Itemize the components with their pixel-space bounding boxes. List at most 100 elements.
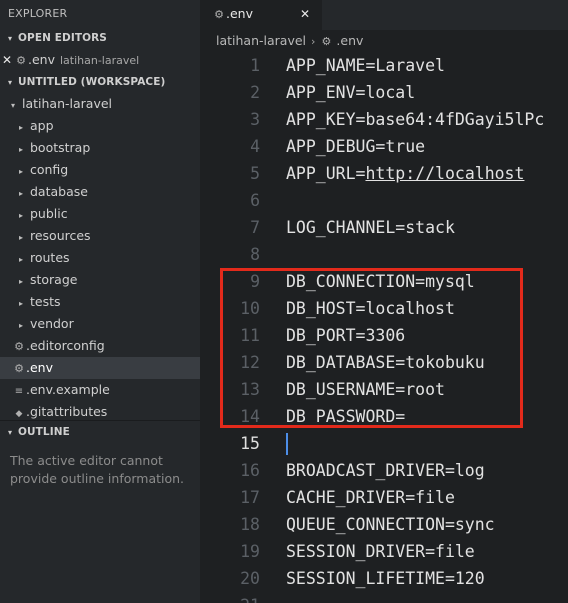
chevron-down-icon: ▾ [8, 78, 13, 87]
code-line[interactable]: 3 APP_KEY=base64:4fDGayi5lPc [200, 106, 568, 133]
code-content: SESSION_DRIVER=file [286, 542, 475, 561]
chevron-right-icon: ▸ [18, 189, 23, 198]
tab-label: .env [226, 6, 253, 21]
code-line[interactable]: 21 [200, 592, 568, 603]
folder-root-label: latihan-laravel [21, 96, 112, 111]
file-item[interactable]: ⚙ .editorconfig [0, 335, 200, 357]
tab-env[interactable]: ⚙ .env ✕ [200, 0, 322, 30]
code-content: SESSION_LIFETIME=120 [286, 569, 485, 588]
close-icon[interactable]: ✕ [0, 49, 14, 71]
chevron-right-icon: ▸ [18, 167, 23, 176]
code-content: APP_NAME=Laravel [286, 56, 445, 75]
file-item[interactable]: ≡ .env.example [0, 379, 200, 401]
breadcrumb-folder[interactable]: latihan-laravel [216, 33, 306, 48]
file-label: .env [26, 360, 53, 375]
line-number: 18 [240, 515, 260, 534]
chevron-right-icon: ▸ [18, 123, 23, 132]
folder-item[interactable]: ▸ bootstrap [0, 137, 200, 159]
chevron-right-icon: ▸ [18, 299, 23, 308]
folder-label: vendor [29, 316, 74, 331]
line-number: 1 [250, 56, 260, 75]
code-text: BROADCAST_DRIVER=log [286, 457, 485, 484]
chevron-right-icon: ▸ [18, 145, 23, 154]
code-text: APP_NAME=Laravel [286, 52, 445, 79]
code-text: SESSION_LIFETIME=120 [286, 565, 485, 592]
code-content: QUEUE_CONNECTION=sync [286, 515, 495, 534]
line-number: 17 [240, 488, 260, 507]
chevron-right-icon: ▸ [18, 211, 23, 220]
folder-item[interactable]: ▸ database [0, 181, 200, 203]
line-number: 15 [240, 434, 260, 453]
line-number: 16 [240, 461, 260, 480]
outline-label: OUTLINE [18, 426, 70, 438]
gear-icon: ⚙ [14, 362, 24, 375]
folder-label: routes [29, 250, 70, 265]
close-icon[interactable]: ✕ [300, 0, 310, 28]
code-line[interactable]: 7 LOG_CHANNEL=stack [200, 214, 568, 241]
chevron-down-icon: ▾ [8, 34, 13, 43]
folder-item[interactable]: ▸ tests [0, 291, 200, 313]
open-editors-header[interactable]: ▾ OPEN EDITORS [0, 27, 200, 49]
outline-message: The active editor cannot provide outline… [10, 453, 185, 486]
gear-icon: ⚙ [14, 340, 24, 353]
open-editor-description: latihan-laravel [59, 54, 140, 67]
file-label: .env.example [26, 382, 110, 397]
code-content: LOG_CHANNEL=stack [286, 218, 455, 237]
folder-item[interactable]: ▸ public [0, 203, 200, 225]
gear-icon: ⚙ [321, 35, 332, 48]
line-number: 21 [200, 592, 260, 603]
code-line[interactable]: 19 SESSION_DRIVER=file [200, 538, 568, 565]
code-line[interactable]: 1 APP_NAME=Laravel [200, 52, 568, 79]
folder-item[interactable]: ▸ storage [0, 269, 200, 291]
code-line[interactable]: 2 APP_ENV=local [200, 79, 568, 106]
folder-label: config [29, 162, 69, 177]
open-editor-name: .env [28, 52, 55, 67]
open-editor-item-env[interactable]: ✕ ⚙ .env latihan-laravel [0, 49, 200, 71]
code-line[interactable]: 20 SESSION_LIFETIME=120 [200, 565, 568, 592]
line-number: 6 [250, 191, 260, 210]
folder-item[interactable]: ▸ app [0, 115, 200, 137]
highlight-box [220, 268, 523, 428]
folder-item[interactable]: ▸ resources [0, 225, 200, 247]
breadcrumb: latihan-laravel › ⚙ .env [200, 30, 568, 52]
code-line[interactable]: 16 BROADCAST_DRIVER=log [200, 457, 568, 484]
code-line[interactable]: 5 APP_URL=http://localhost [200, 160, 568, 187]
code-line[interactable]: 17 CACHE_DRIVER=file [200, 484, 568, 511]
folder-label: resources [29, 228, 91, 243]
open-editors-label: OPEN EDITORS [18, 32, 107, 44]
code-line[interactable]: 4 APP_DEBUG=true [200, 133, 568, 160]
code-content: CACHE_DRIVER=file [286, 488, 455, 507]
text-cursor [286, 433, 288, 455]
explorer-sidebar: EXPLORER ▾ OPEN EDITORS ✕ ⚙ .env latihan-lar… [0, 0, 200, 603]
folder-item[interactable]: ▸ routes [0, 247, 200, 269]
workspace-header[interactable]: ▾ UNTITLED (WORKSPACE) [0, 71, 200, 93]
code-line[interactable]: 8 [200, 241, 568, 268]
folder-item[interactable]: ▸ config [0, 159, 200, 181]
folder-item[interactable]: ▸ vendor [0, 313, 200, 335]
gear-icon: ⚙ [214, 8, 224, 21]
code-line[interactable]: 6 [200, 187, 568, 214]
outline-header[interactable]: ▾ OUTLINE [0, 420, 200, 443]
code-text: SESSION_DRIVER=file [286, 538, 475, 565]
breadcrumb-file[interactable]: .env [336, 33, 363, 48]
code-line[interactable]: 18 QUEUE_CONNECTION=sync [200, 511, 568, 538]
folder-root[interactable]: ▾ latihan-laravel [0, 93, 200, 115]
code-text: CACHE_DRIVER=file [286, 484, 455, 511]
folder-label: bootstrap [29, 140, 91, 155]
file-item[interactable]: ⚙ .env [0, 357, 200, 379]
folder-label: public [29, 206, 68, 221]
code-content: APP_ENV=local [286, 83, 416, 102]
code-content: BROADCAST_DRIVER=log [286, 461, 485, 480]
explorer-title: EXPLORER [8, 7, 68, 20]
tab-bar: ⚙ .env ✕ [200, 0, 568, 30]
code-url[interactable]: http://localhost [365, 164, 524, 183]
code-content: APP_KEY=base64:4fDGayi5lPc [286, 110, 545, 129]
chevron-right-icon: ▸ [18, 233, 23, 242]
chevron-right-icon: ▸ [18, 277, 23, 286]
line-number: 3 [250, 110, 260, 129]
code-text: QUEUE_CONNECTION=sync [286, 511, 495, 538]
line-number: 2 [250, 83, 260, 102]
code-line[interactable]: 15 [200, 430, 568, 457]
code-text: APP_URL=http://localhost [286, 160, 524, 187]
lines-icon: ≡ [14, 386, 24, 397]
